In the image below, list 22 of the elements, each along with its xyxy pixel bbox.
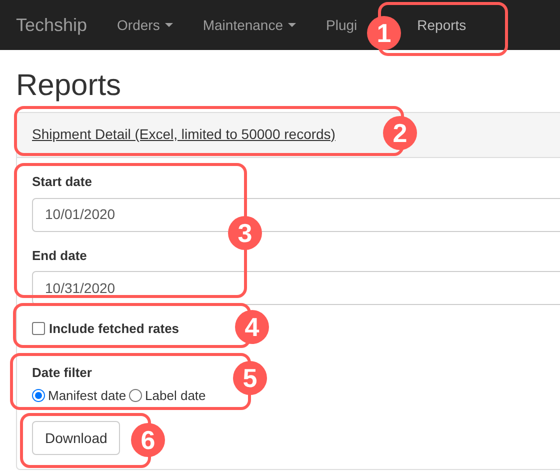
checkbox[interactable]	[32, 322, 45, 336]
nav-link[interactable]: Reports	[417, 10, 466, 40]
field-label: Date filter	[32, 364, 92, 382]
nav-link[interactable]: Plugi	[326, 10, 358, 40]
date-field[interactable]: 10/31/2020	[32, 271, 560, 305]
radio-button[interactable]	[32, 389, 45, 402]
download-button[interactable]: Download	[32, 421, 120, 455]
field-label: Start date	[32, 173, 93, 191]
callout-badge: 3	[228, 216, 262, 250]
page-title: Reports	[16, 68, 122, 104]
callout-badge: 5	[233, 361, 267, 395]
field-label: End date	[32, 246, 88, 264]
callout-badge: 4	[235, 310, 269, 344]
checkbox-label: Include fetched rates	[49, 320, 180, 338]
nav-link[interactable]: Orders	[117, 10, 173, 40]
callout-badge: 6	[131, 423, 165, 457]
report-link[interactable]: Shipment Detail (Excel, limited to 50000 records)	[32, 126, 336, 142]
brand-link[interactable]: Techship	[16, 12, 88, 38]
radio-label: Manifest date	[48, 388, 126, 403]
radio-label: Label date	[145, 388, 206, 403]
nav-link[interactable]: Maintenance	[202, 10, 296, 40]
radio-button[interactable]	[129, 389, 142, 402]
